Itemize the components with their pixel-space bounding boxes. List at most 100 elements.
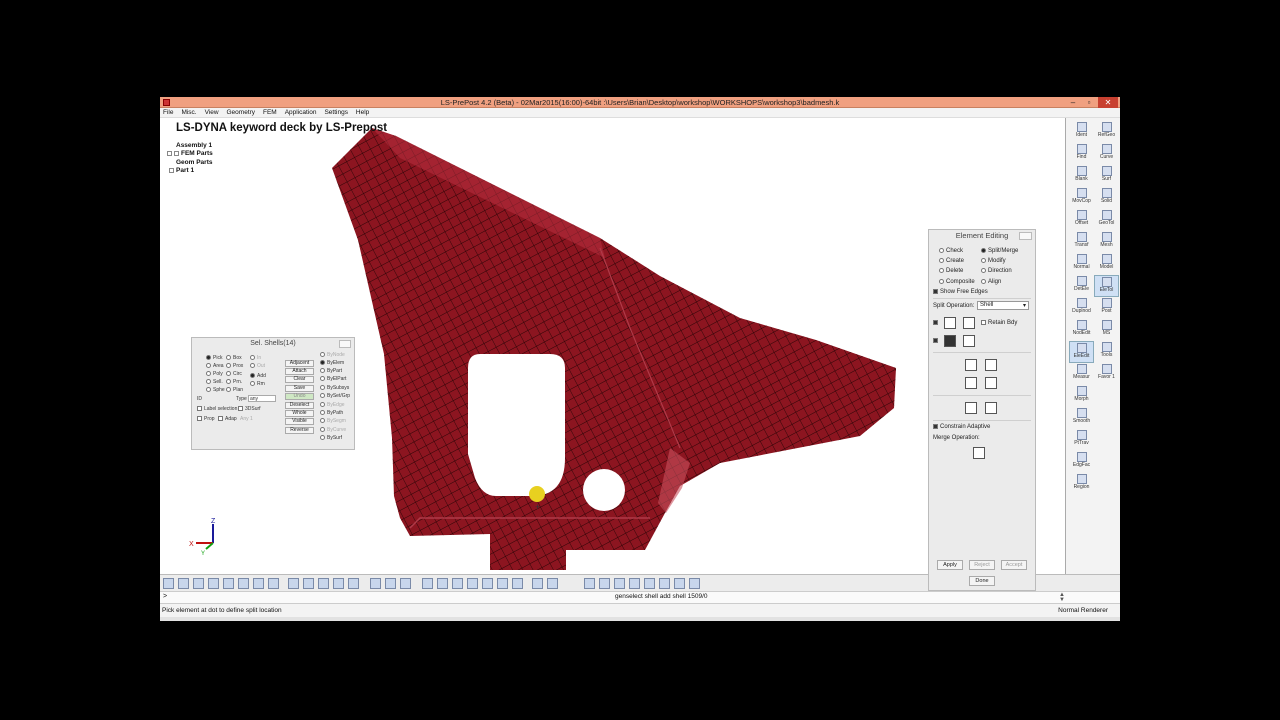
view-bottom-icon[interactable]	[238, 578, 249, 589]
nodedit-tool[interactable]: NodEdit	[1069, 319, 1094, 341]
light-icon[interactable]	[385, 578, 396, 589]
undo-button[interactable]: Undo	[285, 393, 314, 400]
menu-application[interactable]: Application	[282, 108, 320, 118]
expand-icon[interactable]	[174, 151, 179, 157]
split-diag-icon[interactable]	[944, 335, 956, 347]
detele-tool[interactable]: DetEle	[1069, 275, 1094, 297]
measur-tool[interactable]: Measur	[1069, 363, 1094, 385]
view-back-icon[interactable]	[253, 578, 264, 589]
split-edge-icon-3[interactable]	[965, 377, 977, 389]
expand-icon[interactable]	[169, 168, 174, 173]
view3d-icon[interactable]	[584, 578, 595, 589]
blank-tool[interactable]: Blank	[1069, 165, 1094, 187]
mode-sphe[interactable]: Sphe	[206, 387, 225, 393]
u-icon[interactable]	[348, 578, 359, 589]
show-free-edges-checkbox[interactable]: Show Free Edges	[933, 289, 988, 295]
split-tri-icon[interactable]	[963, 317, 975, 329]
op-composite[interactable]: Composite	[939, 279, 975, 285]
visible-button[interactable]: Visible	[285, 418, 314, 425]
mode-area[interactable]: Area	[206, 363, 224, 369]
image-icon[interactable]	[674, 578, 685, 589]
save-button[interactable]: Save	[285, 385, 314, 392]
sync-icon[interactable]	[659, 578, 670, 589]
by-elem[interactable]: ByElem	[320, 360, 344, 366]
mode-poly[interactable]: Poly	[206, 371, 223, 377]
transf-tool[interactable]: Transf	[1069, 231, 1094, 253]
normal-tool[interactable]: Normal	[1069, 253, 1094, 275]
split-edge-icon-1[interactable]	[965, 359, 977, 371]
adap-checkbox[interactable]: Adap	[218, 416, 237, 422]
shaded-icon[interactable]	[303, 578, 314, 589]
post-tool[interactable]: Post	[1094, 297, 1119, 319]
hidden-icon[interactable]	[318, 578, 329, 589]
adjacent-button[interactable]: Adjacent	[285, 360, 314, 367]
by-setgrp[interactable]: BySet/Grp	[320, 393, 350, 399]
by-subsys[interactable]: BySubsys	[320, 385, 349, 391]
by-path[interactable]: ByPath	[320, 410, 343, 416]
option-in[interactable]: In	[250, 355, 261, 361]
op-split-merge[interactable]: Split/Merge	[981, 248, 1018, 254]
restore-button[interactable]: ▫	[1082, 97, 1096, 108]
op-delete[interactable]: Delete	[939, 268, 963, 274]
by-surf[interactable]: BySurf	[320, 435, 342, 441]
find-tool[interactable]: Find	[1069, 143, 1094, 165]
op-modify[interactable]: Modify	[981, 258, 1006, 264]
feature-icon[interactable]	[333, 578, 344, 589]
refresh-icon[interactable]	[497, 578, 508, 589]
eletol-tool[interactable]: EleTol	[1094, 275, 1119, 297]
mode-box[interactable]: Box	[226, 355, 242, 361]
split-edge-icon-4[interactable]	[985, 377, 997, 389]
mode-pick[interactable]: Pick	[206, 355, 222, 361]
region-tool[interactable]: Region	[1069, 473, 1094, 495]
offset-tool[interactable]: Offset	[1069, 209, 1094, 231]
mesh-tool[interactable]: Mesh	[1094, 231, 1119, 253]
by-edge[interactable]: ByEdge	[320, 402, 345, 408]
cube-icon[interactable]	[599, 578, 610, 589]
view-front-icon[interactable]	[193, 578, 204, 589]
geotol-tool[interactable]: GeoTol	[1094, 209, 1119, 231]
surf3d-checkbox[interactable]: 3DSurf	[238, 406, 261, 412]
snap-icon[interactable]	[547, 578, 558, 589]
type-select[interactable]: any	[248, 395, 276, 402]
menu-file[interactable]: File	[160, 108, 176, 118]
constrain-adaptive-checkbox[interactable]: Constrain Adaptive	[933, 424, 990, 430]
apply-button[interactable]: Apply	[937, 560, 963, 570]
favor1-tool[interactable]: Favor 1	[1094, 363, 1119, 385]
tree-geom-parts[interactable]: Geom Parts	[163, 159, 213, 167]
op-align[interactable]: Align	[981, 279, 1001, 285]
retain-bdy-checkbox[interactable]: Retain Bdy	[981, 320, 1017, 326]
duplnod-tool[interactable]: Duplnod	[1069, 297, 1094, 319]
by-node[interactable]: ByNode	[320, 352, 345, 358]
tools-tool[interactable]: Tools	[1094, 341, 1119, 363]
minimize-button[interactable]: –	[1066, 97, 1080, 108]
persp-icon[interactable]	[400, 578, 411, 589]
split-quad-icon[interactable]	[944, 317, 956, 329]
menu-view[interactable]: View	[202, 108, 222, 118]
clear-button[interactable]: Clear	[285, 376, 314, 383]
menu-misc[interactable]: Misc.	[178, 108, 199, 118]
split-corner-icon-2[interactable]	[985, 402, 997, 414]
ms-tool[interactable]: MS	[1094, 319, 1119, 341]
deselect-button[interactable]: Deselect	[285, 402, 314, 409]
command-line[interactable]: > genselect shell add shell 1509/0 ▲ ▼	[160, 591, 1120, 603]
split-operation-select[interactable]: Shell ▾	[977, 301, 1029, 310]
movcop-tool[interactable]: MovCop	[1069, 187, 1094, 209]
mode-prn[interactable]: Prn.	[226, 379, 242, 385]
solid-tool[interactable]: Solid	[1094, 187, 1119, 209]
option-out[interactable]: Out	[250, 363, 265, 369]
pttrav-tool[interactable]: PtTrav	[1069, 429, 1094, 451]
view-right-icon[interactable]	[208, 578, 219, 589]
done-button[interactable]: Done	[969, 576, 995, 586]
any-value[interactable]: 1	[250, 416, 253, 422]
refgeo-tool[interactable]: RefGeo	[1094, 121, 1119, 143]
op-create[interactable]: Create	[939, 258, 964, 264]
split-tri2-icon[interactable]	[963, 335, 975, 347]
layers-icon[interactable]	[532, 578, 543, 589]
menu-geometry[interactable]: Geometry	[224, 108, 259, 118]
menu-settings[interactable]: Settings	[321, 108, 351, 118]
pan-icon[interactable]	[482, 578, 493, 589]
by-segm[interactable]: BySegm	[320, 418, 346, 424]
split-quad-checkbox[interactable]	[933, 320, 940, 326]
whole-button[interactable]: Whole	[285, 410, 314, 417]
split-diag-checkbox[interactable]	[933, 338, 940, 344]
